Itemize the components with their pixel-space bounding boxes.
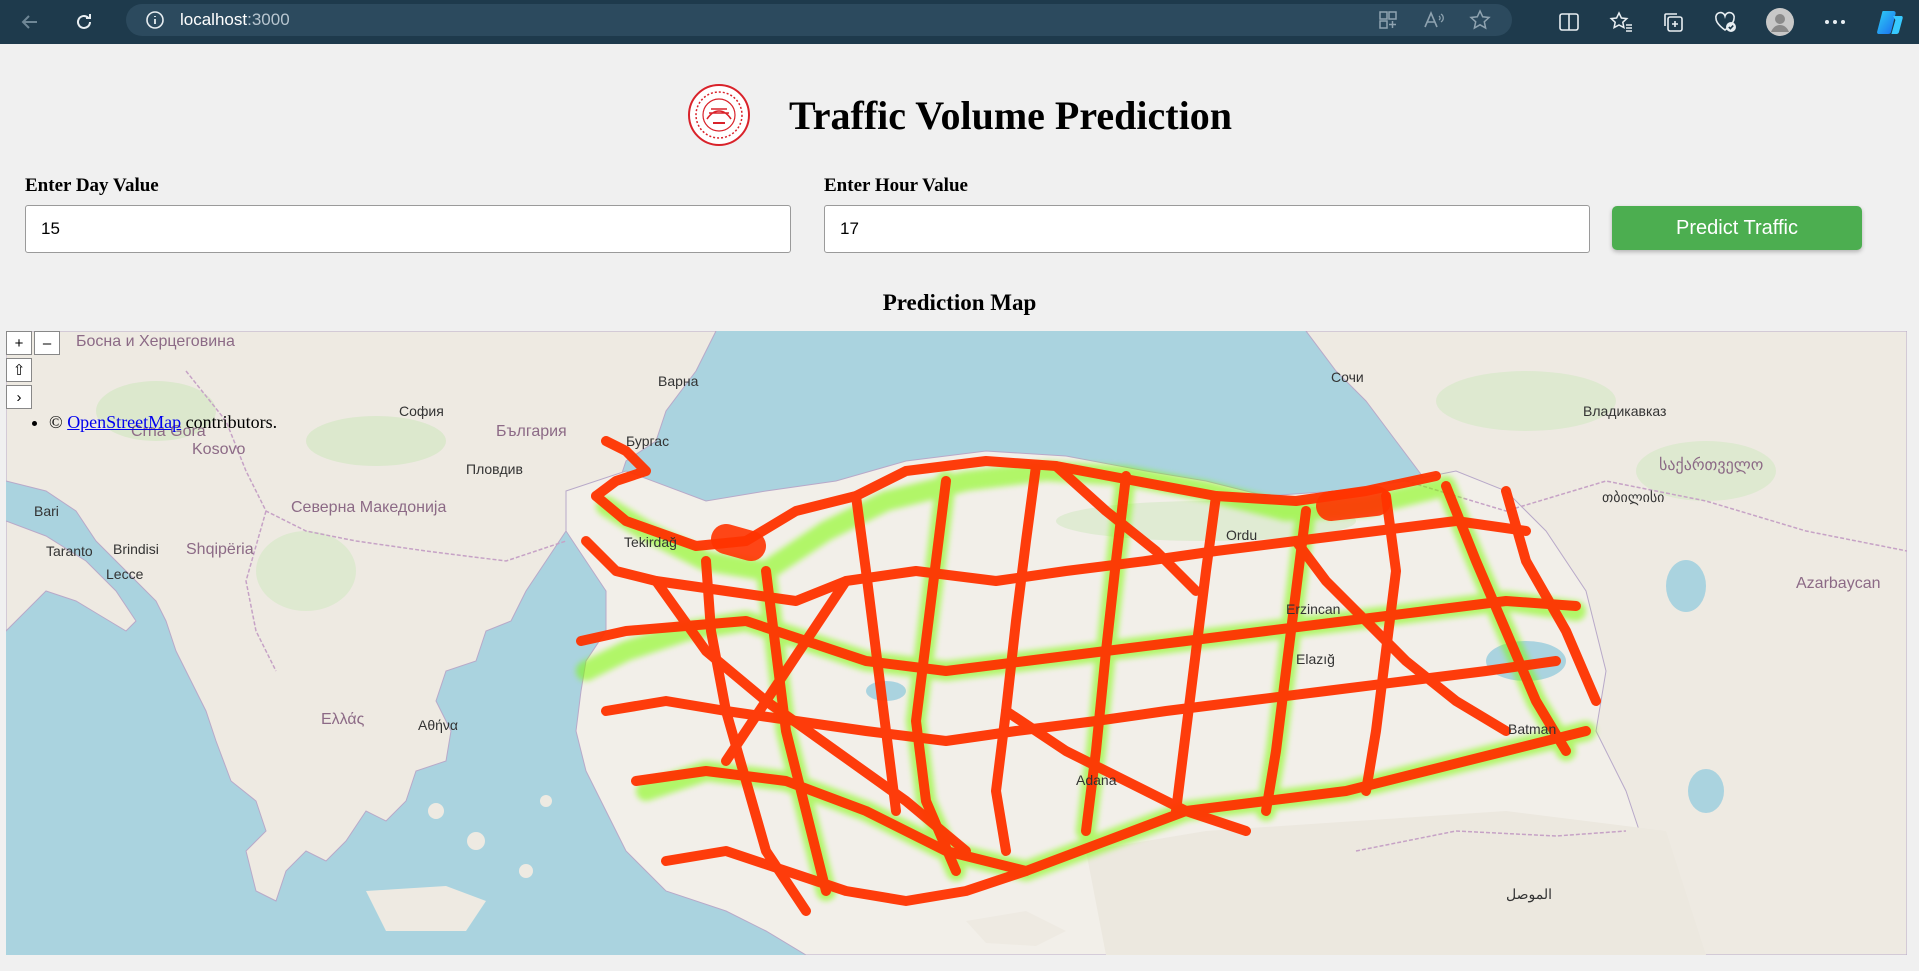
map-basemap <box>6 331 1907 955</box>
favorites-icon[interactable] <box>1609 10 1633 34</box>
profile-avatar-icon[interactable] <box>1765 7 1795 37</box>
url-port: :3000 <box>247 10 290 29</box>
day-input[interactable] <box>25 205 791 253</box>
map-label-albania: Shqipëria <box>186 541 254 558</box>
address-bar[interactable]: localhost:3000 <box>126 4 1512 36</box>
map-label-burgas: Бургас <box>626 433 670 449</box>
map-label-ordu: Ordu <box>1226 527 1258 543</box>
map-label-azerbaijan: Azarbaycan <box>1796 575 1881 592</box>
browser-essentials-icon[interactable] <box>1713 10 1737 34</box>
zoom-out-button[interactable]: – <box>34 331 60 355</box>
back-arrow-icon[interactable] <box>12 4 48 40</box>
site-info-icon[interactable] <box>144 9 166 31</box>
map-attribution: © OpenStreetMap contributors. <box>29 412 277 433</box>
url-host: localhost <box>180 10 248 29</box>
map-label-adana: Adana <box>1076 772 1117 788</box>
map-label-plovdiv: Пловдив <box>466 461 523 477</box>
map-label-greece: Ελλάς <box>321 711 365 728</box>
map-label-tekirdag: Tekirdağ <box>624 534 677 550</box>
map-label-sochi: Сочи <box>1331 369 1364 385</box>
map-label-tbilisi: თბილისი <box>1602 489 1665 505</box>
map-label-mosul: الموصل <box>1506 886 1552 902</box>
openstreetmap-link[interactable]: OpenStreetMap <box>67 412 181 432</box>
hour-input[interactable] <box>824 205 1590 253</box>
map-label-vladikavkaz: Владикавказ <box>1583 403 1667 419</box>
map-label-sofia: София <box>399 403 444 419</box>
logo-seal-icon <box>687 83 751 147</box>
predict-traffic-button[interactable]: Predict Traffic <box>1612 206 1862 250</box>
attribution-prefix: © <box>49 412 68 432</box>
page-title: Traffic Volume Prediction <box>789 92 1232 138</box>
map-label-bari: Bari <box>34 503 59 519</box>
read-aloud-icon[interactable] <box>1422 8 1446 32</box>
map-label-varna: Варна <box>658 373 699 389</box>
day-label: Enter Day Value <box>25 175 159 196</box>
map-label-georgia: საქართველო <box>1659 457 1764 474</box>
map-label-lecce: Lecce <box>106 566 144 582</box>
map-label-batman: Batman <box>1508 721 1557 737</box>
split-screen-icon[interactable] <box>1557 10 1581 34</box>
copilot-icon[interactable] <box>1875 7 1905 37</box>
page-header: Traffic Volume Prediction <box>0 75 1919 155</box>
favorite-star-icon[interactable] <box>1468 8 1492 32</box>
browser-toolbar: localhost:3000 <box>0 0 1919 44</box>
hour-field: Enter Hour Value <box>824 175 1590 253</box>
map-label-elazig: Elazığ <box>1296 651 1335 667</box>
apps-icon[interactable] <box>1376 8 1400 32</box>
map-label-taranto: Taranto <box>46 543 93 559</box>
map-label-bulgaria: България <box>496 423 567 440</box>
zoom-in-button[interactable]: + <box>6 331 32 355</box>
day-field: Enter Day Value <box>25 175 791 253</box>
map-label-erzincan: Erzincan <box>1286 601 1341 617</box>
hour-label: Enter Hour Value <box>824 175 968 196</box>
attribution-suffix: contributors. <box>181 412 278 432</box>
url-text: localhost:3000 <box>180 10 290 30</box>
home-view-button[interactable]: ⇧ <box>6 358 32 382</box>
expand-controls-button[interactable]: › <box>6 385 32 409</box>
reload-icon[interactable] <box>66 4 102 40</box>
map-label-kosovo: Kosovo <box>192 441 246 458</box>
map-label-brindisi: Brindisi <box>113 541 159 557</box>
map-label-bosna: Босна и Херцеговина <box>76 333 235 350</box>
collections-icon[interactable] <box>1661 10 1685 34</box>
map-label-athina: Αθήνα <box>418 717 459 733</box>
prediction-map[interactable]: Босна и Херцеговина Crna Gora Kosovo Shq… <box>6 331 1907 955</box>
attribution-item: © OpenStreetMap contributors. <box>49 412 277 433</box>
more-options-icon[interactable] <box>1823 10 1847 34</box>
map-label-north-macedonia: Северна Македонија <box>291 499 447 516</box>
map-title: Prediction Map <box>882 290 1037 315</box>
